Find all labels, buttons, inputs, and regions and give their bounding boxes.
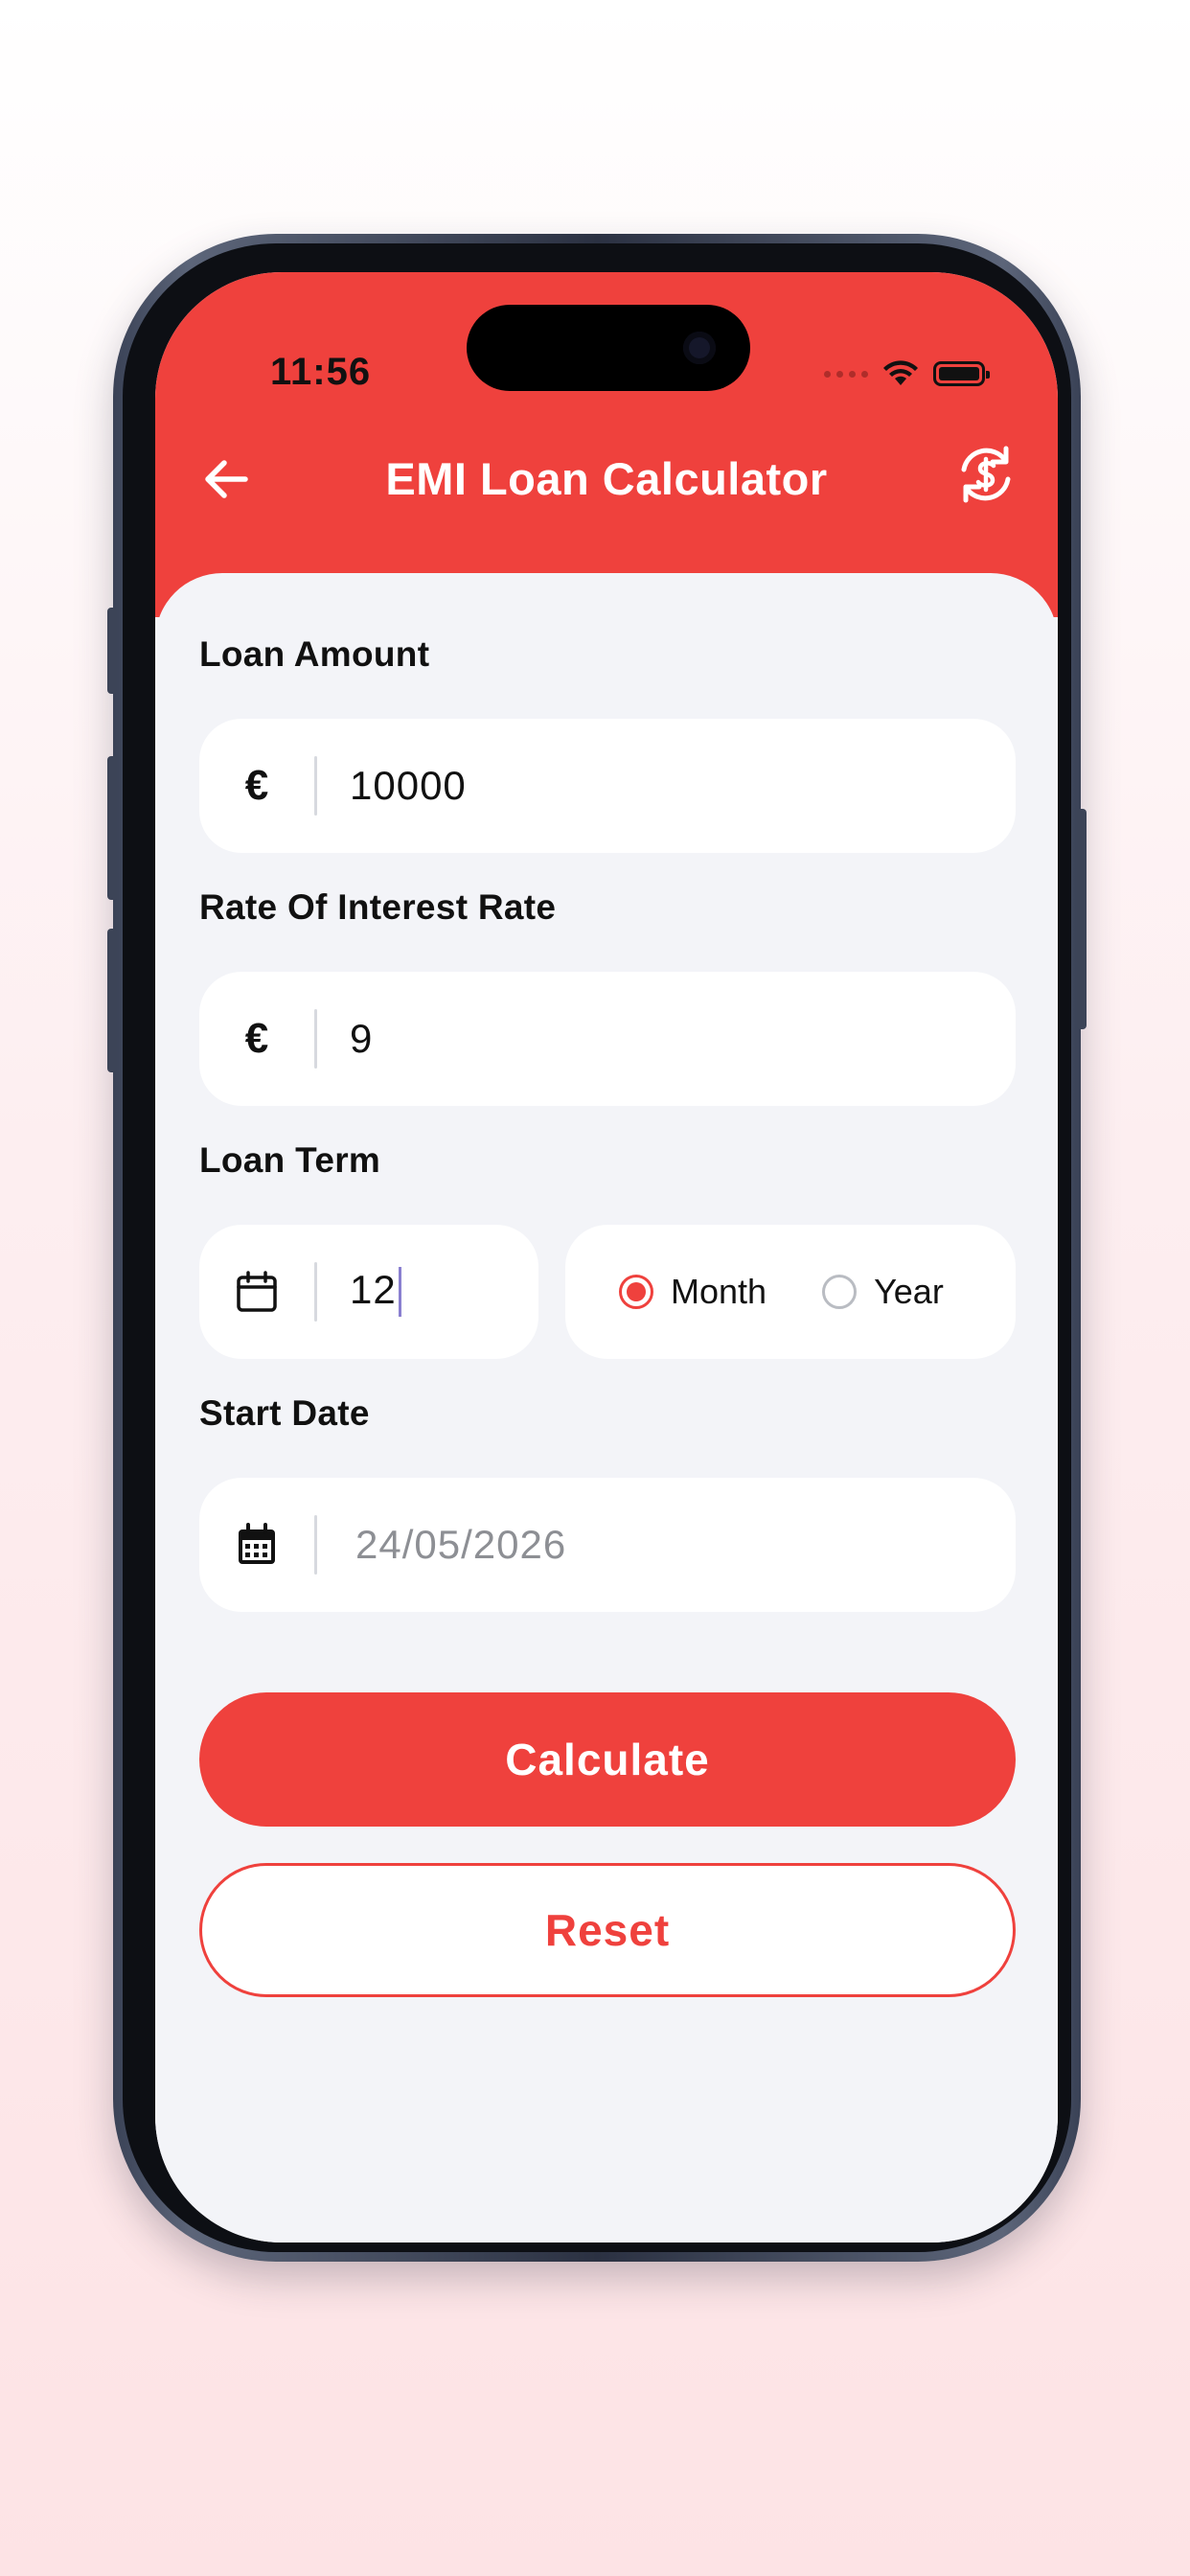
euro-icon: € (244, 1015, 269, 1062)
euro-icon: € (244, 762, 269, 809)
field-divider (314, 1515, 317, 1575)
radio-unselected-icon[interactable] (822, 1275, 858, 1309)
radio-month-label: Month (671, 1272, 767, 1311)
phone-bezel: 11:56 EMI Loan Calculator Loan Amount € … (123, 243, 1071, 2252)
volume-up-button (107, 756, 117, 900)
radio-month[interactable]: Month (619, 1272, 767, 1312)
calculate-button[interactable]: Calculate (199, 1692, 1016, 1827)
field-divider (314, 756, 317, 816)
loan-term-label: Loan Term (199, 1140, 381, 1180)
radio-year[interactable]: Year (822, 1272, 944, 1312)
signal-dots-icon (824, 370, 868, 378)
phone-frame: 11:56 EMI Loan Calculator Loan Amount € … (107, 234, 1087, 2262)
app-header: 11:56 EMI Loan Calculator (155, 272, 1058, 617)
loan-term-input[interactable]: 12 (199, 1225, 538, 1359)
form-card: Loan Amount € 10000 Rate Of Interest Rat… (155, 573, 1058, 2242)
volume-down-button (107, 929, 117, 1072)
reset-button[interactable]: Reset (199, 1863, 1016, 1997)
page-title: EMI Loan Calculator (385, 453, 828, 504)
interest-rate-value[interactable]: 9 (350, 1016, 373, 1062)
calendar-filled-icon (239, 1523, 275, 1564)
calendar-icon (237, 1271, 277, 1312)
status-time: 11:56 (270, 351, 372, 393)
text-caret (398, 1267, 401, 1318)
loan-amount-label: Loan Amount (199, 634, 430, 674)
wifi-icon (883, 360, 918, 385)
radio-selected-icon[interactable] (619, 1275, 653, 1309)
currency-refresh-icon[interactable] (952, 441, 1019, 508)
start-date-label: Start Date (199, 1393, 370, 1433)
power-button (1077, 809, 1087, 1029)
start-date-input[interactable]: 24/05/2026 (199, 1478, 1016, 1612)
field-divider (314, 1262, 317, 1322)
loan-amount-input[interactable]: € 10000 (199, 719, 1016, 853)
battery-icon (933, 361, 990, 386)
status-icons (824, 356, 990, 391)
interest-rate-label: Rate Of Interest Rate (199, 887, 557, 927)
loan-term-value[interactable]: 12 (350, 1267, 397, 1312)
term-unit-selector: Month Year (565, 1225, 1016, 1359)
field-divider (314, 1009, 317, 1069)
dynamic-island (467, 305, 750, 391)
action-button (107, 608, 117, 694)
app-screen: 11:56 EMI Loan Calculator Loan Amount € … (155, 272, 1058, 2242)
loan-amount-value[interactable]: 10000 (350, 763, 467, 809)
start-date-placeholder[interactable]: 24/05/2026 (355, 1522, 566, 1568)
interest-rate-input[interactable]: € 9 (199, 972, 1016, 1106)
camera-icon (683, 332, 716, 364)
radio-year-label: Year (874, 1272, 944, 1311)
